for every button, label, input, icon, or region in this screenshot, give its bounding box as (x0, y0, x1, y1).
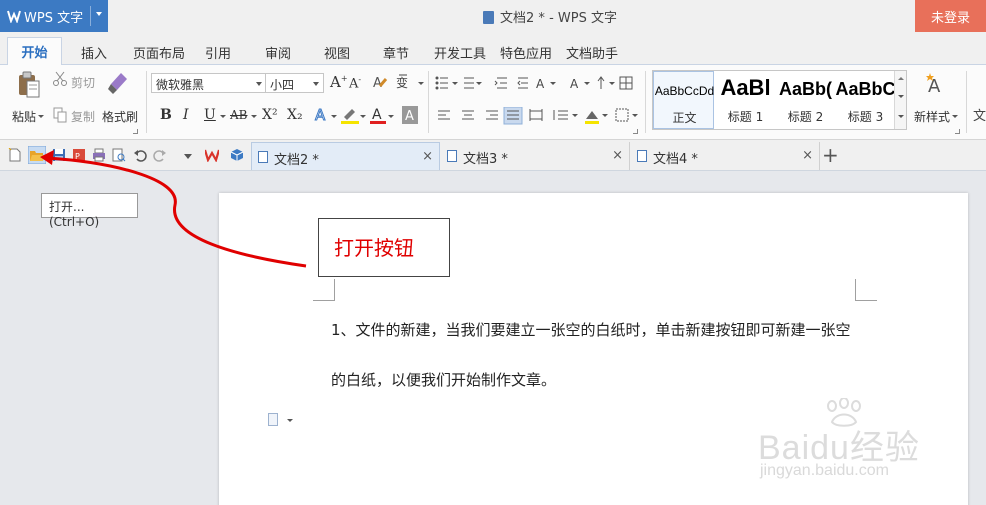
new-style-icon: A (926, 73, 941, 96)
quick-access-row: P 文档2 * × 文档3 * × 文档4 * × + (0, 140, 986, 171)
svg-text:A: A (536, 77, 545, 91)
font-family-select[interactable]: 微软雅黑 (151, 73, 267, 93)
text-effect-icon[interactable]: A (314, 106, 330, 124)
wps-online-icon[interactable] (205, 148, 219, 162)
paste-icon (19, 71, 40, 98)
save-icon[interactable] (52, 148, 66, 162)
close-icon[interactable]: × (422, 149, 433, 164)
tab-doc-assistant[interactable]: 文档助手 (566, 43, 618, 62)
font-color-icon[interactable]: A (370, 106, 386, 124)
styles-gallery: AaBbCcDd 正文 AaBl 标题 1 AaBb( 标题 2 AaBbC 标… (652, 70, 907, 130)
open-folder-icon[interactable] (28, 146, 46, 164)
grow-font-icon[interactable]: A+ (330, 73, 348, 91)
svg-text:文: 文 (973, 109, 986, 123)
paragraph-line: 1、文件的新建，当我们要建立一张空的白纸时，单击新建按钮即可新建一张空 (331, 321, 851, 339)
svg-text:A: A (405, 109, 414, 124)
new-document-icon[interactable] (8, 148, 22, 162)
tab-page-layout[interactable]: 页面布局 (133, 43, 185, 62)
highlight-icon[interactable] (341, 106, 359, 124)
login-button[interactable]: 未登录 (915, 0, 986, 32)
undo-icon[interactable] (133, 148, 147, 162)
gallery-scroll[interactable] (894, 71, 906, 129)
document-tab[interactable]: 文档3 * × (441, 142, 630, 170)
redo-icon[interactable] (153, 148, 167, 162)
brush-icon (108, 73, 127, 94)
customize-toolbar-icon[interactable] (184, 154, 192, 159)
subscript-button[interactable]: X₂ (287, 107, 303, 123)
style-heading-1[interactable]: AaBl 标题 1 (715, 71, 776, 129)
dialog-launcher[interactable] (955, 129, 960, 134)
font-size-select[interactable]: 小四 (265, 73, 324, 93)
dialog-launcher[interactable] (133, 129, 138, 134)
document-icon (483, 11, 495, 24)
paragraph-options-icon[interactable] (268, 413, 278, 426)
tab-view[interactable]: 视图 (324, 43, 350, 62)
strikethrough-button[interactable]: AB (230, 108, 247, 122)
superscript-button[interactable]: X² (262, 107, 278, 123)
svg-text:A: A (372, 107, 382, 123)
close-icon[interactable]: × (612, 148, 623, 163)
ribbon: 粘贴 剪切 复制 格式刷 微软雅黑 小四 A+ A- A 变 B I U AB … (0, 65, 986, 140)
svg-text:P: P (75, 152, 80, 161)
window-title: 文档2 * - WPS 文字 (0, 7, 986, 26)
shrink-font-icon[interactable]: A- (349, 75, 361, 91)
clear-format-icon[interactable]: A (372, 74, 388, 90)
svg-text:A: A (570, 77, 579, 91)
new-tab-button[interactable]: + (822, 143, 839, 167)
document-tab[interactable]: 文档2 * × (251, 142, 440, 170)
text-tools-icon[interactable]: 文 (973, 107, 986, 123)
copy-icon (53, 107, 67, 123)
export-pdf-icon[interactable]: P (72, 148, 86, 162)
tab-home[interactable]: 开始 (7, 37, 62, 65)
chevron-down-icon (38, 115, 44, 118)
tooltip: 打开... (Ctrl+O) (41, 193, 138, 229)
document-icon (637, 150, 647, 162)
print-icon[interactable] (92, 148, 106, 162)
ribbon-tabs: 开始 插入 页面布局 引用 审阅 视图 章节 开发工具 特色应用 文档助手 (0, 32, 986, 65)
svg-text:变: 变 (396, 75, 408, 90)
pinyin-guide-icon[interactable]: 变 (395, 73, 417, 91)
document-tab[interactable]: 文档4 * × (631, 142, 820, 170)
scissors-icon (53, 71, 67, 86)
underline-button[interactable]: U (204, 107, 216, 123)
dialog-launcher[interactable] (633, 129, 638, 134)
tab-references[interactable]: 引用 (205, 43, 231, 62)
svg-text:A: A (315, 106, 326, 124)
paragraph-line: 的白纸，以便我们开始制作文章。 (331, 371, 557, 389)
char-shading-icon[interactable]: A (402, 106, 418, 124)
close-icon[interactable]: × (802, 148, 813, 163)
tab-review[interactable]: 审阅 (265, 43, 291, 62)
tab-developer[interactable]: 开发工具 (434, 43, 486, 62)
style-heading-3[interactable]: AaBbC 标题 3 (835, 71, 896, 129)
tab-sections[interactable]: 章节 (383, 43, 409, 62)
italic-button[interactable]: I (183, 107, 189, 123)
tab-insert[interactable]: 插入 (81, 43, 107, 62)
margin-mark (855, 279, 877, 301)
style-heading-2[interactable]: AaBb( 标题 2 (775, 71, 836, 129)
bold-button[interactable]: B (160, 107, 172, 123)
cube-icon[interactable] (230, 148, 244, 162)
document-icon (258, 151, 268, 163)
margin-mark (313, 279, 335, 301)
tab-special-apps[interactable]: 特色应用 (500, 43, 552, 62)
print-preview-icon[interactable] (112, 148, 126, 162)
paragraph-top-tools[interactable]: A A (434, 75, 634, 91)
title-bar: WPS 文字 文档2 * - WPS 文字 未登录 (0, 0, 986, 32)
style-normal[interactable]: AaBbCcDd 正文 (653, 71, 714, 129)
annotation-callout: 打开按钮 (318, 218, 450, 277)
paragraph-bottom-tools[interactable] (436, 107, 646, 125)
document-icon (447, 150, 457, 162)
watermark: Baidu经验 jingyan.baidu.com (754, 398, 984, 498)
